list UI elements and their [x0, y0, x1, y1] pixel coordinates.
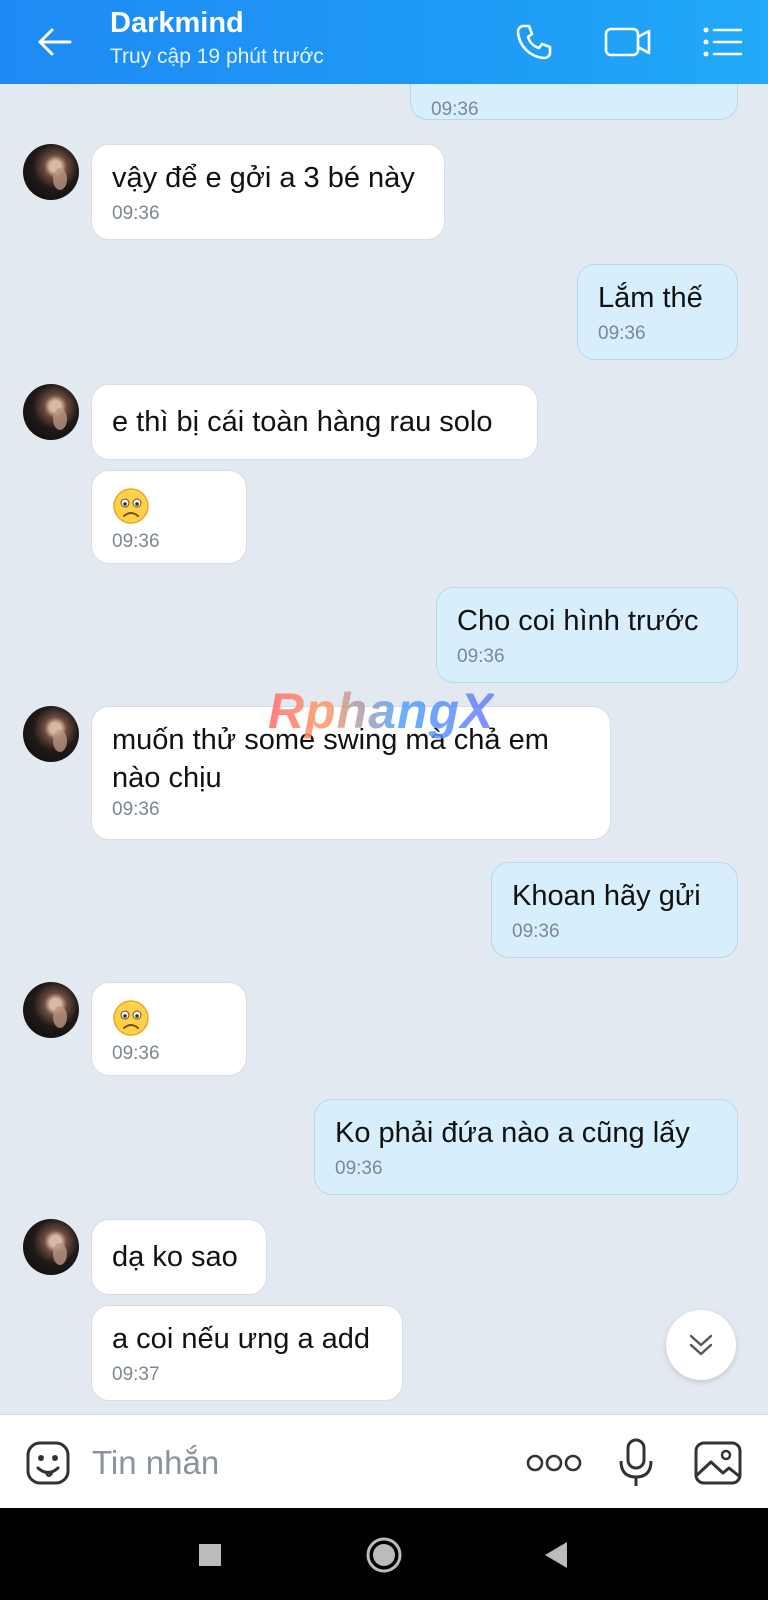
voice-call-button[interactable] [506, 14, 562, 70]
message-text: Lắm thế [598, 282, 703, 314]
message-time: 09:36 [598, 323, 646, 344]
message-bubble-outgoing[interactable]: Lắm thế 09:36 [577, 264, 738, 360]
message-text: Ko phải đứa nào a cũng lấy [335, 1117, 690, 1149]
scroll-to-bottom-button[interactable] [666, 1310, 736, 1380]
message-bubble-incoming[interactable]: vậy để e gởi a 3 bé này 09:36 [91, 144, 445, 240]
system-back-button[interactable] [530, 1530, 580, 1580]
more-options-button[interactable] [526, 1437, 582, 1489]
microphone-icon [619, 1438, 653, 1486]
image-icon [694, 1441, 742, 1485]
message-text: Khoan hãy gửi [512, 880, 701, 912]
message-text: Cho coi hình trước [457, 605, 699, 637]
message-bubble-incoming[interactable]: e thì bị cái toàn hàng rau solo [91, 384, 538, 460]
back-arrow-icon [38, 28, 72, 56]
recent-apps-icon [199, 1544, 221, 1566]
message-bubble-incoming[interactable]: 09:36 [91, 982, 247, 1076]
contact-avatar[interactable] [23, 982, 79, 1038]
contact-avatar[interactable] [23, 384, 79, 440]
contact-avatar[interactable] [23, 706, 79, 762]
message-bubble-incoming[interactable]: dạ ko sao [91, 1219, 267, 1295]
recent-apps-button[interactable] [185, 1530, 235, 1580]
attach-image-button[interactable] [692, 1437, 744, 1489]
contact-avatar[interactable] [23, 1219, 79, 1275]
message-bubble-outgoing[interactable]: Khoan hãy gửi 09:36 [491, 862, 738, 958]
back-button[interactable] [32, 20, 76, 64]
home-icon [366, 1537, 402, 1573]
watermark-logo: RphangX [268, 683, 495, 739]
message-bubble-incoming[interactable]: a coi nếu ưng a add 09:37 [91, 1305, 403, 1401]
message-time: 09:36 [112, 203, 160, 224]
contact-info[interactable]: Darkmind Truy cập 19 phút trước [110, 4, 324, 72]
chat-menu-button[interactable] [694, 14, 750, 70]
home-button[interactable] [359, 1530, 409, 1580]
message-composer [0, 1414, 768, 1509]
message-time: 09:36 [431, 99, 479, 120]
more-dots-icon [526, 1454, 582, 1472]
phone-icon [516, 24, 552, 60]
contact-name: Darkmind [110, 7, 244, 39]
sticker-face-icon [26, 1441, 70, 1485]
voice-record-button[interactable] [610, 1437, 662, 1489]
video-call-button[interactable] [600, 14, 656, 70]
message-text: a coi nếu ưng a add [112, 1323, 371, 1355]
message-time: 09:36 [112, 1043, 160, 1064]
message-bubble-outgoing[interactable]: 09:36 [410, 84, 738, 120]
sad-face-emoji [113, 488, 149, 524]
message-time: 09:36 [335, 1158, 383, 1179]
last-seen-status: Truy cập 19 phút trước [110, 45, 324, 68]
video-call-icon [604, 27, 651, 57]
message-list[interactable]: 09:36 vậy để e gởi a 3 bé này 09:36 Lắm … [0, 84, 768, 1414]
message-text: dạ ko sao [112, 1241, 238, 1273]
message-bubble-incoming[interactable]: 09:36 [91, 470, 247, 564]
message-bubble-outgoing[interactable]: Ko phải đứa nào a cũng lấy 09:36 [314, 1099, 738, 1195]
message-time: 09:36 [112, 531, 160, 552]
chat-header: Darkmind Truy cập 19 phút trước [0, 0, 768, 84]
message-input[interactable] [90, 1435, 494, 1491]
contact-avatar[interactable] [23, 144, 79, 200]
double-chevron-down-icon [689, 1334, 713, 1356]
message-time: 09:37 [112, 1364, 160, 1385]
message-text: vậy để e gởi a 3 bé này [112, 162, 415, 194]
message-time: 09:36 [457, 646, 505, 667]
message-time: 09:36 [512, 921, 560, 942]
message-time: 09:36 [112, 799, 160, 820]
message-bubble-outgoing[interactable]: Cho coi hình trước 09:36 [436, 587, 738, 683]
message-text: e thì bị cái toàn hàng rau solo [112, 406, 493, 438]
sticker-button[interactable] [22, 1437, 74, 1489]
back-triangle-icon [545, 1542, 567, 1568]
sad-face-emoji [113, 1000, 149, 1036]
menu-list-icon [703, 27, 743, 57]
system-navigation-bar [0, 1508, 768, 1600]
